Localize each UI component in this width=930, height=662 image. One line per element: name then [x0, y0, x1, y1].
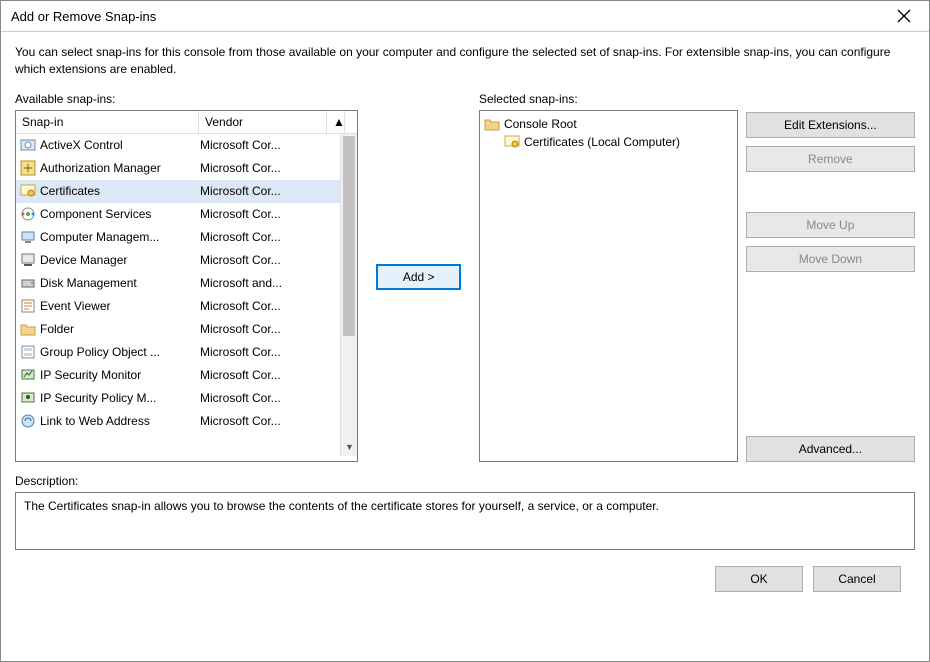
list-item[interactable]: CertificatesMicrosoft Cor...: [16, 180, 357, 203]
snapin-vendor: Microsoft Cor...: [200, 391, 320, 405]
disk-icon: [20, 275, 36, 291]
scroll-down-arrow[interactable]: ▼: [341, 439, 357, 456]
scrollbar-thumb[interactable]: [343, 136, 355, 336]
available-snapins-list[interactable]: Snap-in Vendor ▲ ActiveX ControlMicrosof…: [15, 110, 358, 462]
link-icon: [20, 413, 36, 429]
device-icon: [20, 252, 36, 268]
snapin-name: IP Security Policy M...: [40, 391, 200, 405]
remove-button[interactable]: Remove: [746, 146, 915, 172]
ok-button[interactable]: OK: [715, 566, 803, 592]
snapin-name: Folder: [40, 322, 200, 336]
col-header-scroll-up[interactable]: ▲: [327, 111, 345, 133]
list-item[interactable]: Component ServicesMicrosoft Cor...: [16, 203, 357, 226]
list-item[interactable]: FolderMicrosoft Cor...: [16, 318, 357, 341]
list-item[interactable]: IP Security MonitorMicrosoft Cor...: [16, 364, 357, 387]
cancel-button[interactable]: Cancel: [813, 566, 901, 592]
list-item[interactable]: Group Policy Object ...Microsoft Cor...: [16, 341, 357, 364]
description-label: Description:: [15, 474, 915, 488]
snapin-name: Disk Management: [40, 276, 200, 290]
snapin-vendor: Microsoft and...: [200, 276, 320, 290]
folder-icon: [484, 116, 500, 132]
activex-icon: [20, 137, 36, 153]
snapin-name: Device Manager: [40, 253, 200, 267]
snapin-vendor: Microsoft Cor...: [200, 161, 320, 175]
col-header-vendor[interactable]: Vendor: [199, 111, 327, 133]
event-icon: [20, 298, 36, 314]
snapin-vendor: Microsoft Cor...: [200, 230, 320, 244]
snapin-vendor: Microsoft Cor...: [200, 253, 320, 267]
selected-label: Selected snap-ins:: [479, 92, 738, 106]
list-item[interactable]: Link to Web AddressMicrosoft Cor...: [16, 410, 357, 433]
snapin-vendor: Microsoft Cor...: [200, 414, 320, 428]
snapin-vendor: Microsoft Cor...: [200, 299, 320, 313]
snapin-name: Authorization Manager: [40, 161, 200, 175]
snapin-name: ActiveX Control: [40, 138, 200, 152]
snapin-vendor: Microsoft Cor...: [200, 184, 320, 198]
computer-mgmt-icon: [20, 229, 36, 245]
snapin-name: Certificates: [40, 184, 200, 198]
cert-icon: [504, 134, 520, 150]
list-item[interactable]: Disk ManagementMicrosoft and...: [16, 272, 357, 295]
list-item[interactable]: ActiveX ControlMicrosoft Cor...: [16, 134, 357, 157]
tree-child[interactable]: Certificates (Local Computer): [484, 133, 733, 151]
close-button[interactable]: [887, 7, 921, 25]
component-icon: [20, 206, 36, 222]
list-item[interactable]: Event ViewerMicrosoft Cor...: [16, 295, 357, 318]
description-text: The Certificates snap-in allows you to b…: [24, 499, 659, 513]
snapin-vendor: Microsoft Cor...: [200, 345, 320, 359]
snapin-name: Event Viewer: [40, 299, 200, 313]
list-item[interactable]: IP Security Policy M...Microsoft Cor...: [16, 387, 357, 410]
titlebar: Add or Remove Snap-ins: [1, 1, 929, 32]
available-label: Available snap-ins:: [15, 92, 358, 106]
snapin-vendor: Microsoft Cor...: [200, 207, 320, 221]
snapin-name: IP Security Monitor: [40, 368, 200, 382]
ipsec-monitor-icon: [20, 367, 36, 383]
tree-child-label: Certificates (Local Computer): [524, 135, 680, 149]
snapin-vendor: Microsoft Cor...: [200, 368, 320, 382]
list-item[interactable]: Computer Managem...Microsoft Cor...: [16, 226, 357, 249]
snapin-name: Component Services: [40, 207, 200, 221]
add-remove-snapins-dialog: Add or Remove Snap-ins You can select sn…: [0, 0, 930, 662]
snapin-vendor: Microsoft Cor...: [200, 322, 320, 336]
ipsec-policy-icon: [20, 390, 36, 406]
scrollbar[interactable]: ▼: [340, 134, 357, 456]
description-box: The Certificates snap-in allows you to b…: [15, 492, 915, 550]
list-item[interactable]: Device ManagerMicrosoft Cor...: [16, 249, 357, 272]
move-down-button[interactable]: Move Down: [746, 246, 915, 272]
selected-snapins-tree[interactable]: Console Root Certificates (Local Compute…: [479, 110, 738, 462]
cert-icon: [20, 183, 36, 199]
edit-extensions-button[interactable]: Edit Extensions...: [746, 112, 915, 138]
tree-root-label: Console Root: [504, 117, 577, 131]
authz-icon: [20, 160, 36, 176]
dialog-title: Add or Remove Snap-ins: [11, 9, 156, 24]
snapin-vendor: Microsoft Cor...: [200, 138, 320, 152]
move-up-button[interactable]: Move Up: [746, 212, 915, 238]
list-header[interactable]: Snap-in Vendor ▲: [16, 111, 357, 134]
intro-text: You can select snap-ins for this console…: [15, 44, 915, 78]
snapin-name: Computer Managem...: [40, 230, 200, 244]
snapin-name: Link to Web Address: [40, 414, 200, 428]
gpo-icon: [20, 344, 36, 360]
col-header-snapin[interactable]: Snap-in: [16, 111, 199, 133]
tree-root[interactable]: Console Root: [484, 115, 733, 133]
add-button[interactable]: Add >: [376, 264, 461, 290]
advanced-button[interactable]: Advanced...: [746, 436, 915, 462]
snapin-name: Group Policy Object ...: [40, 345, 200, 359]
list-item[interactable]: Authorization ManagerMicrosoft Cor...: [16, 157, 357, 180]
folder-icon: [20, 321, 36, 337]
